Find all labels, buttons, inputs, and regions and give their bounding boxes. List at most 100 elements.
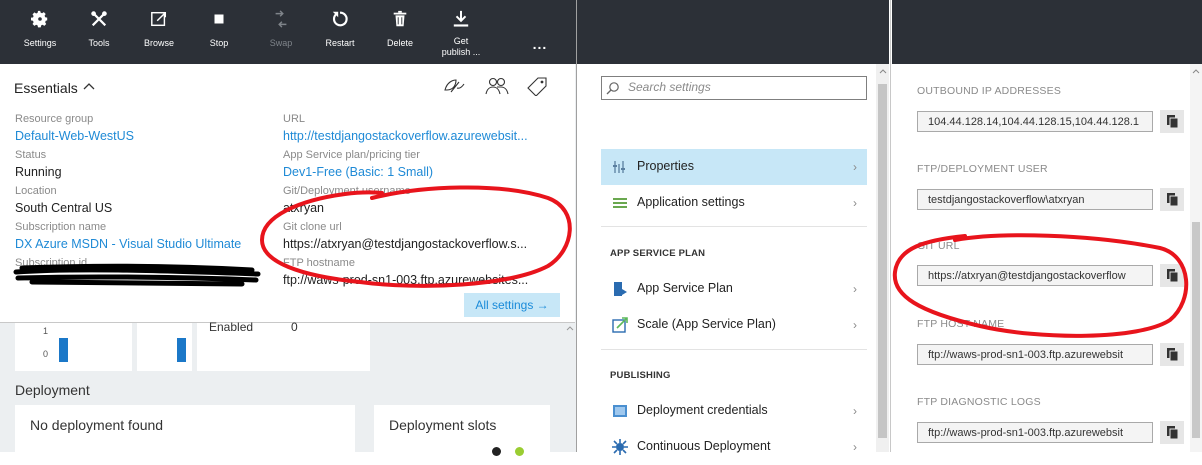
url-label: URL [283,113,306,125]
command-label: Get [453,36,469,46]
gear-icon [31,10,48,28]
command-label: Tools [88,38,110,48]
outbound-ip-label: OUTBOUND IP ADDRESSES [917,85,1062,97]
ftp-deployment-user-label: FTP/DEPLOYMENT USER [917,163,1048,175]
menu-item-continuous-deployment[interactable]: Continuous Deployment › [601,429,867,465]
command-label: Restart [325,38,355,48]
get-publish-profile-command-button[interactable]: Get publish ... [437,0,485,64]
copy-button[interactable] [1160,421,1184,444]
properties-scrollbar-thumb[interactable] [1192,222,1200,438]
settings-scrollbar-thumb[interactable] [878,84,887,438]
resource-group-link[interactable]: Default-Web-WestUS [15,129,134,143]
command-label: Settings [23,38,57,48]
requests-chart-card[interactable]: 1 0 [15,323,132,371]
ftp-deployment-user-field[interactable]: testdjangostackoverflow\atxryan [917,189,1153,210]
url-link[interactable]: http://testdjangostackoverflow.azurewebs… [283,129,528,143]
ftp-hostname-value: ftp://waws-prod-sn1-003.ftp.azurewebsite… [283,273,529,287]
deployment-slots-title: Deployment slots [389,417,497,433]
chevron-right-icon: › [853,160,857,174]
blade-divider [890,0,891,452]
swap-icon [275,10,287,28]
swap-command-button[interactable]: Swap [257,0,305,64]
tools-command-button[interactable]: Tools [75,0,123,64]
section-header-publishing: PUBLISHING [610,370,671,381]
menu-item-properties[interactable]: Properties › [601,149,867,185]
download-icon [453,10,469,27]
errors-chart-card[interactable] [137,323,192,371]
copy-button[interactable] [1160,188,1184,211]
copy-icon [1167,193,1179,207]
git-clone-url-value: https://atxryan@testdjangostackoverflow.… [283,237,528,251]
chart-bar [59,338,68,362]
scale-icon [612,317,628,333]
properties-icon [613,161,625,173]
settings-command-button[interactable]: Settings [16,0,64,64]
credentials-icon [613,405,627,417]
delete-command-button[interactable]: Delete [376,0,424,64]
search-placeholder: Search settings [628,80,711,94]
copy-icon [1167,115,1179,129]
restart-icon [332,11,348,27]
stop-icon [214,14,224,24]
stop-command-button[interactable]: Stop [195,0,243,64]
menu-item-application-settings[interactable]: Application settings › [601,185,867,221]
menu-item-label: Application settings [637,195,745,209]
tools-icon [91,11,107,27]
menu-item-scale[interactable]: Scale (App Service Plan) › [601,307,867,343]
restart-command-button[interactable]: Restart [316,0,364,64]
scroll-up-icon[interactable] [1192,68,1200,74]
section-header-app-service-plan: APP SERVICE PLAN [610,248,706,259]
browse-command-button[interactable]: Browse [135,0,183,64]
git-url-field[interactable]: https://atxryan@testdjangostackoverflow [917,265,1153,286]
command-label: Browse [143,38,174,48]
menu-item-deployment-credentials[interactable]: Deployment credentials › [601,393,867,429]
ftp-host-name-field[interactable]: ftp://waws-prod-sn1-003.ftp.azurewebsit [917,344,1153,365]
deployment-slots-card[interactable]: Deployment slots [374,405,550,456]
ftp-host-name-label: FTP HOST NAME [917,318,1005,330]
redaction-scribble [13,263,261,287]
no-deployment-text: No deployment found [30,417,164,433]
menu-item-label: Deployment credentials [637,403,768,417]
copy-button[interactable] [1160,343,1184,366]
deployment-username-label: Git/Deployment username [283,185,411,197]
git-clone-url-label: Git clone url [283,221,342,233]
chart-bar [177,338,186,362]
edit-tags-icon[interactable] [443,76,467,96]
tag-icon[interactable] [526,76,548,96]
app-service-plan-icon [614,282,627,296]
copy-button[interactable] [1160,264,1184,287]
git-url-label: GIT URL [917,240,960,252]
location-label: Location [15,185,57,197]
subscription-name-label: Subscription name [15,221,107,233]
subscription-name-link[interactable]: DX Azure MSDN - Visual Studio Ultimate [15,237,241,251]
scroll-up-icon[interactable] [566,325,574,331]
resource-group-label: Resource group [15,113,94,125]
ftp-diagnostic-logs-field[interactable]: ftp://waws-prod-sn1-003.ftp.azurewebsit [917,422,1153,443]
slots-status-card[interactable]: Enabled 0 [197,320,370,371]
essentials-title[interactable]: Essentials [14,80,78,96]
search-icon [606,82,619,95]
menu-item-app-service-plan[interactable]: App Service Plan › [601,271,867,307]
menu-item-label: Continuous Deployment [637,439,771,453]
outbound-ip-field[interactable]: 104.44.128.14,104.44.128.15,104.44.128.1 [917,111,1153,132]
chevron-up-icon[interactable] [83,82,95,92]
deployment-card[interactable]: No deployment found [15,405,355,452]
browse-icon [151,11,167,27]
all-settings-button[interactable]: All settings → [464,293,560,317]
chevron-right-icon: › [853,196,857,210]
properties-blade-header [892,0,1202,64]
pricing-tier-link[interactable]: Dev1-Free (Basic: 1 Small) [283,165,433,179]
more-commands-button[interactable]: ... [528,36,552,56]
pricing-tier-label: App Service plan/pricing tier [283,149,420,161]
command-label: Delete [386,38,413,48]
scroll-up-icon[interactable] [879,68,887,74]
users-icon[interactable] [485,76,509,96]
copy-icon [1167,426,1179,440]
enabled-label: Enabled [209,320,254,334]
ftp-hostname-label: FTP hostname [283,257,355,269]
copy-icon [1167,348,1179,362]
copy-button[interactable] [1160,110,1184,133]
status-label: Status [15,149,47,161]
chart-tick-label: 0 [43,349,49,359]
copy-icon [1167,269,1179,283]
